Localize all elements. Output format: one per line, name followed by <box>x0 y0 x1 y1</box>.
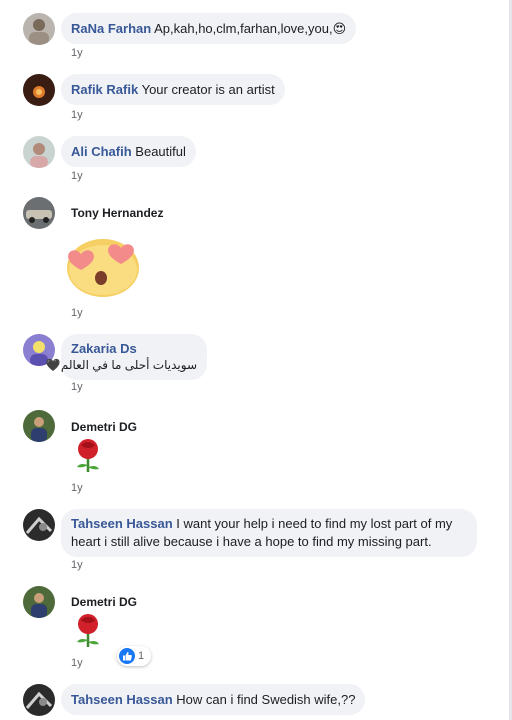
comment-text: Beautiful <box>135 144 186 159</box>
comment-timestamp[interactable]: 1y <box>71 307 83 319</box>
commenter-name[interactable]: Demetri DG <box>71 595 137 609</box>
rose-icon <box>77 439 99 472</box>
commenter-name[interactable]: Tony Hernandez <box>71 206 163 220</box>
commenter-name[interactable]: RaNa Farhan <box>71 21 151 36</box>
comment-body: سويديات أحلى ما في العالم <box>60 358 197 372</box>
avatar[interactable] <box>23 509 55 541</box>
comment-bubble: RaNa Farhan Ap,kah,ho,clm,farhan,love,yo… <box>61 13 357 44</box>
avatar[interactable] <box>23 74 55 106</box>
avatar[interactable] <box>23 586 55 618</box>
comment-bubble: Zakaria Ds سويديات أحلى ما في العالم🖤 <box>46 334 207 380</box>
comment-timestamp[interactable]: 1y <box>71 170 83 182</box>
avatar[interactable] <box>23 13 55 45</box>
commenter-name[interactable]: Demetri DG <box>71 420 137 434</box>
comment-text: How can i find Swedish wife,?? <box>176 692 356 707</box>
comment-timestamp[interactable]: 1y <box>71 109 83 121</box>
avatar[interactable] <box>23 410 55 442</box>
comment-bubble: Ali Chafih Beautiful <box>61 136 196 167</box>
heart-eyes-sticker <box>67 239 139 297</box>
avatar[interactable] <box>23 684 55 716</box>
comment-text: Ap,kah,ho,clm,farhan,love,you, <box>154 21 333 36</box>
rose-icon <box>77 614 99 647</box>
comment-timestamp[interactable]: 1y <box>71 381 83 393</box>
commenter-name[interactable]: Tahseen Hassan <box>71 692 173 707</box>
comment-bubble: Tahseen Hassan How can i find Swedish wi… <box>61 684 366 715</box>
comment-timestamp[interactable]: 1y <box>71 47 83 59</box>
avatar[interactable] <box>23 136 55 168</box>
reaction-count: 1 <box>138 650 145 662</box>
comment-timestamp[interactable]: 1y <box>71 657 83 669</box>
commenter-name[interactable]: Tahseen Hassan <box>71 516 173 531</box>
black-heart-emoji: 🖤 <box>45 358 61 372</box>
comment-bubble: Rafik Rafik Your creator is an artist <box>61 74 285 105</box>
commenter-name[interactable]: Rafik Rafik <box>71 82 138 97</box>
avatar[interactable] <box>23 197 55 229</box>
commenter-name[interactable]: Zakaria Ds <box>71 340 197 357</box>
reaction-summary[interactable]: 1 <box>117 646 151 666</box>
commenter-name[interactable]: Ali Chafih <box>71 144 132 159</box>
heart-eyes-emoji: 😍 <box>332 21 347 36</box>
comment-timestamp[interactable]: 1y <box>71 559 83 571</box>
comment-text: سويديات أحلى ما في العالم🖤 <box>46 357 197 374</box>
comment-bubble: Tahseen Hassan I want your help i need t… <box>61 509 477 557</box>
comment-timestamp[interactable]: 1y <box>71 482 83 494</box>
like-icon <box>119 648 135 664</box>
comment-text: Your creator is an artist <box>141 82 275 97</box>
